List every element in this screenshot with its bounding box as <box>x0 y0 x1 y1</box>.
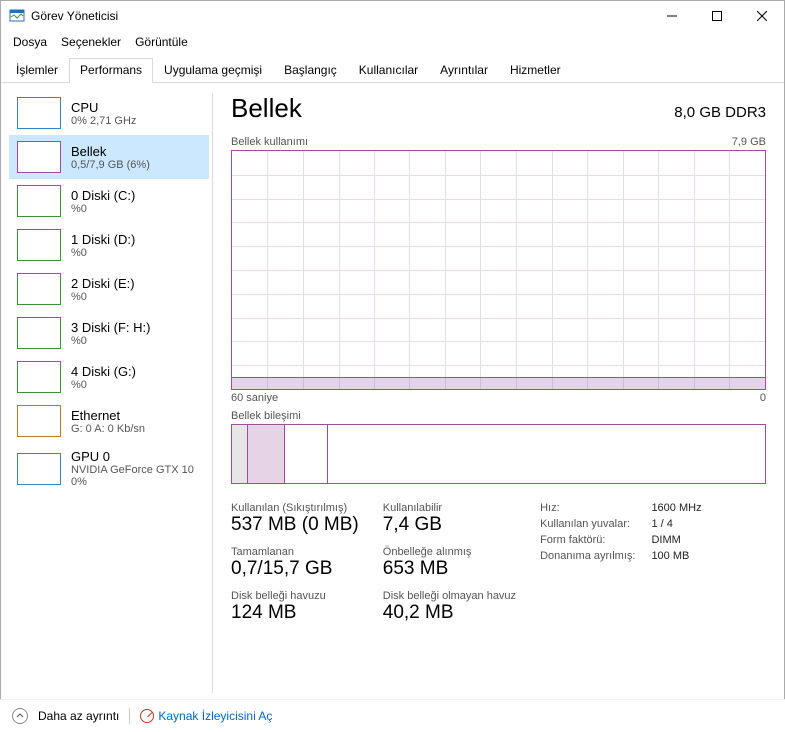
sidebar-item-label: Ethernet <box>71 408 145 423</box>
sidebar-item-sub: G: 0 A: 0 Kb/sn <box>71 423 145 435</box>
tab-performance[interactable]: Performans <box>69 58 153 83</box>
stat-paged-label: Disk belleği havuzu <box>231 590 359 602</box>
disk-thumb <box>17 229 61 261</box>
stat-nonpaged-label: Disk belleği olmayan havuz <box>383 590 516 602</box>
sidebar-item-memory[interactable]: Bellek 0,5/7,9 GB (6%) <box>9 135 209 179</box>
minimize-button[interactable] <box>649 1 694 31</box>
sidebar-item-disk1[interactable]: 1 Diski (D:) %0 <box>9 223 209 267</box>
cpu-thumb <box>17 97 61 129</box>
sidebar-item-sub: %0 <box>71 203 135 215</box>
sidebar-item-disk0[interactable]: 0 Diski (C:) %0 <box>9 179 209 223</box>
prop-form-val: DIMM <box>651 534 701 546</box>
sidebar-item-sub: 0% 2,71 GHz <box>71 115 136 127</box>
menu-view[interactable]: Görüntüle <box>129 33 194 51</box>
sidebar-item-label: 3 Diski (F: H:) <box>71 320 150 335</box>
prop-speed-val: 1600 MHz <box>651 502 701 514</box>
footer: Daha az ayrıntı Kaynak İzleyicisini Aç <box>0 699 785 732</box>
tab-strip: İşlemler Performans Uygulama geçmişi Baş… <box>1 57 784 83</box>
stat-paged-value: 124 MB <box>231 602 359 624</box>
stat-avail-label: Kullanılabilir <box>383 502 516 514</box>
sidebar-item-label: GPU 0 <box>71 449 194 464</box>
sidebar-item-label: 1 Diski (D:) <box>71 232 135 247</box>
prop-hw-key: Donanıma ayrılmış: <box>540 550 635 562</box>
maximize-button[interactable] <box>694 1 739 31</box>
prop-speed-key: Hız: <box>540 502 635 514</box>
memory-spec: 8,0 GB DDR3 <box>674 104 766 121</box>
tab-users[interactable]: Kullanıcılar <box>348 58 429 83</box>
stat-used-value: 537 MB (0 MB) <box>231 514 359 536</box>
menu-options[interactable]: Seçenekler <box>55 33 127 51</box>
gpu-thumb <box>17 453 61 485</box>
tab-app-history[interactable]: Uygulama geçmişi <box>153 58 273 83</box>
disk-thumb <box>17 317 61 349</box>
tab-services[interactable]: Hizmetler <box>499 58 572 83</box>
sidebar-item-sub: %0 <box>71 379 136 391</box>
separator <box>129 708 130 724</box>
prop-form-key: Form faktörü: <box>540 534 635 546</box>
chevron-up-icon[interactable] <box>12 708 28 724</box>
stat-commit-label: Tamamlanan <box>231 546 359 558</box>
sidebar-item-sub: %0 <box>71 291 135 303</box>
memory-stats: Kullanılan (Sıkıştırılmış) 537 MB (0 MB)… <box>231 502 766 624</box>
prop-hw-val: 100 MB <box>651 550 701 562</box>
usage-chart-max: 7,9 GB <box>732 136 766 148</box>
fewer-details-link[interactable]: Daha az ayrıntı <box>38 709 119 723</box>
x-axis-right: 0 <box>760 392 766 404</box>
tab-startup[interactable]: Başlangıç <box>273 58 348 83</box>
resource-monitor-icon <box>140 709 154 723</box>
memory-properties: Hız: 1600 MHz Kullanılan yuvalar: 1 / 4 … <box>540 502 702 624</box>
sidebar-item-disk3[interactable]: 3 Diski (F: H:) %0 <box>9 311 209 355</box>
titlebar: Görev Yöneticisi <box>1 1 784 31</box>
sidebar-item-label: 0 Diski (C:) <box>71 188 135 203</box>
stat-nonpaged-value: 40,2 MB <box>383 602 516 624</box>
close-button[interactable] <box>739 1 784 31</box>
sidebar-item-sub: %0 <box>71 247 135 259</box>
sidebar-item-sub: 0,5/7,9 GB (6%) <box>71 159 150 171</box>
prop-slots-val: 1 / 4 <box>651 518 701 530</box>
resource-monitor-label: Kaynak İzleyicisini Aç <box>158 709 272 723</box>
stat-used-label: Kullanılan (Sıkıştırılmış) <box>231 502 359 514</box>
memory-usage-chart <box>231 150 766 390</box>
content: CPU 0% 2,71 GHz Bellek 0,5/7,9 GB (6%) 0… <box>1 83 784 703</box>
prop-slots-key: Kullanılan yuvalar: <box>540 518 635 530</box>
disk-thumb <box>17 273 61 305</box>
sidebar-item-sub: NVIDIA GeForce GTX 10 <box>71 464 194 476</box>
composition-chart-label: Bellek bileşimi <box>231 410 301 422</box>
ethernet-thumb <box>17 405 61 437</box>
sidebar-item-disk2[interactable]: 2 Diski (E:) %0 <box>9 267 209 311</box>
disk-thumb <box>17 361 61 393</box>
page-title: Bellek <box>231 93 302 124</box>
sidebar-item-sub: %0 <box>71 335 150 347</box>
sidebar-item-label: Bellek <box>71 144 150 159</box>
sidebar-item-ethernet[interactable]: Ethernet G: 0 A: 0 Kb/sn <box>9 399 209 443</box>
open-resource-monitor-link[interactable]: Kaynak İzleyicisini Aç <box>140 709 272 723</box>
memory-composition-chart <box>231 424 766 484</box>
sidebar-item-label: 4 Diski (G:) <box>71 364 136 379</box>
disk-thumb <box>17 185 61 217</box>
main-panel: Bellek 8,0 GB DDR3 Bellek kullanımı 7,9 … <box>213 83 784 703</box>
stat-commit-value: 0,7/15,7 GB <box>231 558 359 580</box>
sidebar-item-label: CPU <box>71 100 136 115</box>
window-title: Görev Yöneticisi <box>31 9 649 23</box>
sidebar-item-label: 2 Diski (E:) <box>71 276 135 291</box>
sidebar: CPU 0% 2,71 GHz Bellek 0,5/7,9 GB (6%) 0… <box>1 83 213 703</box>
usage-chart-label: Bellek kullanımı <box>231 136 308 148</box>
sidebar-item-cpu[interactable]: CPU 0% 2,71 GHz <box>9 91 209 135</box>
stat-avail-value: 7,4 GB <box>383 514 516 536</box>
x-axis-left: 60 saniye <box>231 392 278 404</box>
memory-thumb <box>17 141 61 173</box>
stat-cached-label: Önbelleğe alınmış <box>383 546 516 558</box>
menu-file[interactable]: Dosya <box>7 33 53 51</box>
sidebar-item-disk4[interactable]: 4 Diski (G:) %0 <box>9 355 209 399</box>
sidebar-item-gpu0[interactable]: GPU 0 NVIDIA GeForce GTX 10 0% <box>9 443 209 494</box>
tab-processes[interactable]: İşlemler <box>5 58 69 83</box>
tab-details[interactable]: Ayrıntılar <box>429 58 499 83</box>
app-icon <box>9 8 25 24</box>
menubar: Dosya Seçenekler Görüntüle <box>1 31 784 53</box>
stat-cached-value: 653 MB <box>383 558 516 580</box>
sidebar-item-sub2: 0% <box>71 476 194 488</box>
